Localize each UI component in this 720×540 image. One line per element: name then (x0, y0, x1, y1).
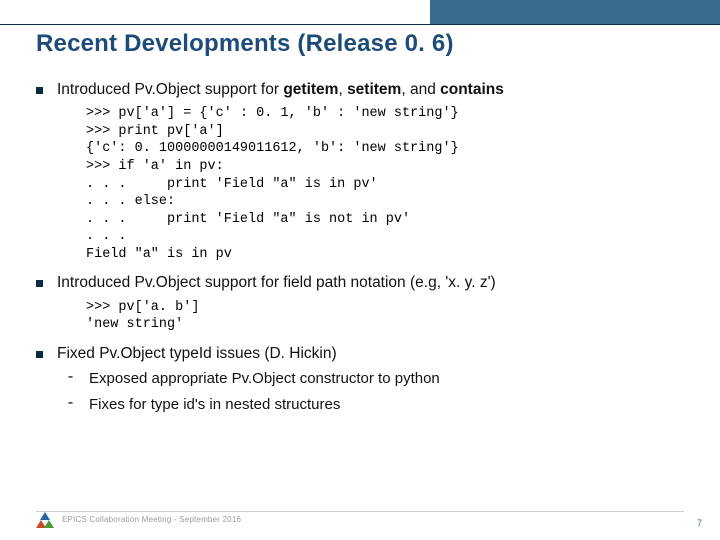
sub-bullet-1-text: Exposed appropriate Pv.Object constructo… (89, 369, 440, 389)
code-block-1: >>> pv['a'] = {'c' : 0. 1, 'b' : 'new st… (86, 105, 684, 263)
square-bullet-icon (36, 280, 43, 287)
sub-bullet-1: - Exposed appropriate Pv.Object construc… (66, 369, 684, 389)
bullet-2-text: Introduced Pv.Object support for field p… (57, 273, 496, 292)
square-bullet-icon (36, 87, 43, 94)
square-bullet-icon (36, 351, 43, 358)
dash-bullet-icon: - (66, 395, 75, 413)
dash-bullet-icon: - (66, 369, 75, 387)
sub-bullet-2: - Fixes for type id's in nested structur… (66, 395, 684, 415)
code-block-2: >>> pv['a. b'] 'new string' (86, 299, 684, 334)
sub-bullet-2-text: Fixes for type id's in nested structures (89, 395, 340, 415)
header-accent-bar (430, 0, 720, 24)
bullet-3-text: Fixed Pv.Object typeId issues (D. Hickin… (57, 344, 337, 363)
content-area: Introduced Pv.Object support for getitem… (36, 80, 684, 416)
bullet-2: Introduced Pv.Object support for field p… (36, 273, 684, 292)
bullet-1-text: Introduced Pv.Object support for getitem… (57, 80, 504, 99)
bullet-3: Fixed Pv.Object typeId issues (D. Hickin… (36, 344, 684, 363)
slide-title: Recent Developments (Release 0. 6) (36, 30, 454, 58)
footer-rule (36, 511, 684, 512)
footer-text: EPICS Collaboration Meeting - September … (62, 515, 241, 524)
logo-icon (36, 512, 54, 530)
page-number: 7 (697, 518, 702, 528)
header-rule (0, 24, 720, 25)
bullet-1: Introduced Pv.Object support for getitem… (36, 80, 684, 99)
